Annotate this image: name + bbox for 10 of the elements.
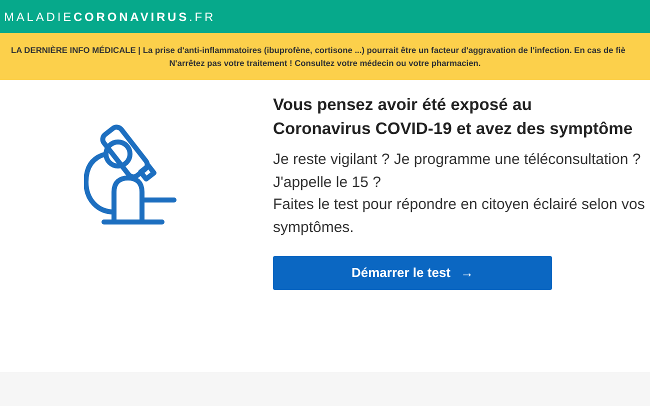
heading-text: Coronavirus COVID-19 et avez des symptôme (273, 118, 634, 140)
body-text: symptômes. (273, 218, 355, 238)
start-test-button[interactable]: Démarrer le test → (273, 256, 552, 290)
banner-text: N'arrêtez pas votre traitement ! Consultez votre médecin ou votre pharmacien. (169, 56, 481, 70)
heading-text: Vous pensez avoir été exposé au (273, 94, 533, 116)
body-text: J'appelle le 15 ? (273, 172, 382, 192)
body-text: Je reste vigilant ? Je programme une téléconsultation ? (273, 150, 642, 170)
body-text: Faites le test pour répondre en citoyen éclairé selon vos (273, 195, 645, 215)
banner-text: LA DERNIÈRE INFO MÉDICALE | La prise d'anti-inflammatoires (ibuprofène, cortisone ...) pourrait être un facteur d'aggravation de l'infection. En cas de fiè (10, 44, 626, 56)
site-logo[interactable]: MALADIECORONAVIRUS.FR (4, 8, 216, 26)
